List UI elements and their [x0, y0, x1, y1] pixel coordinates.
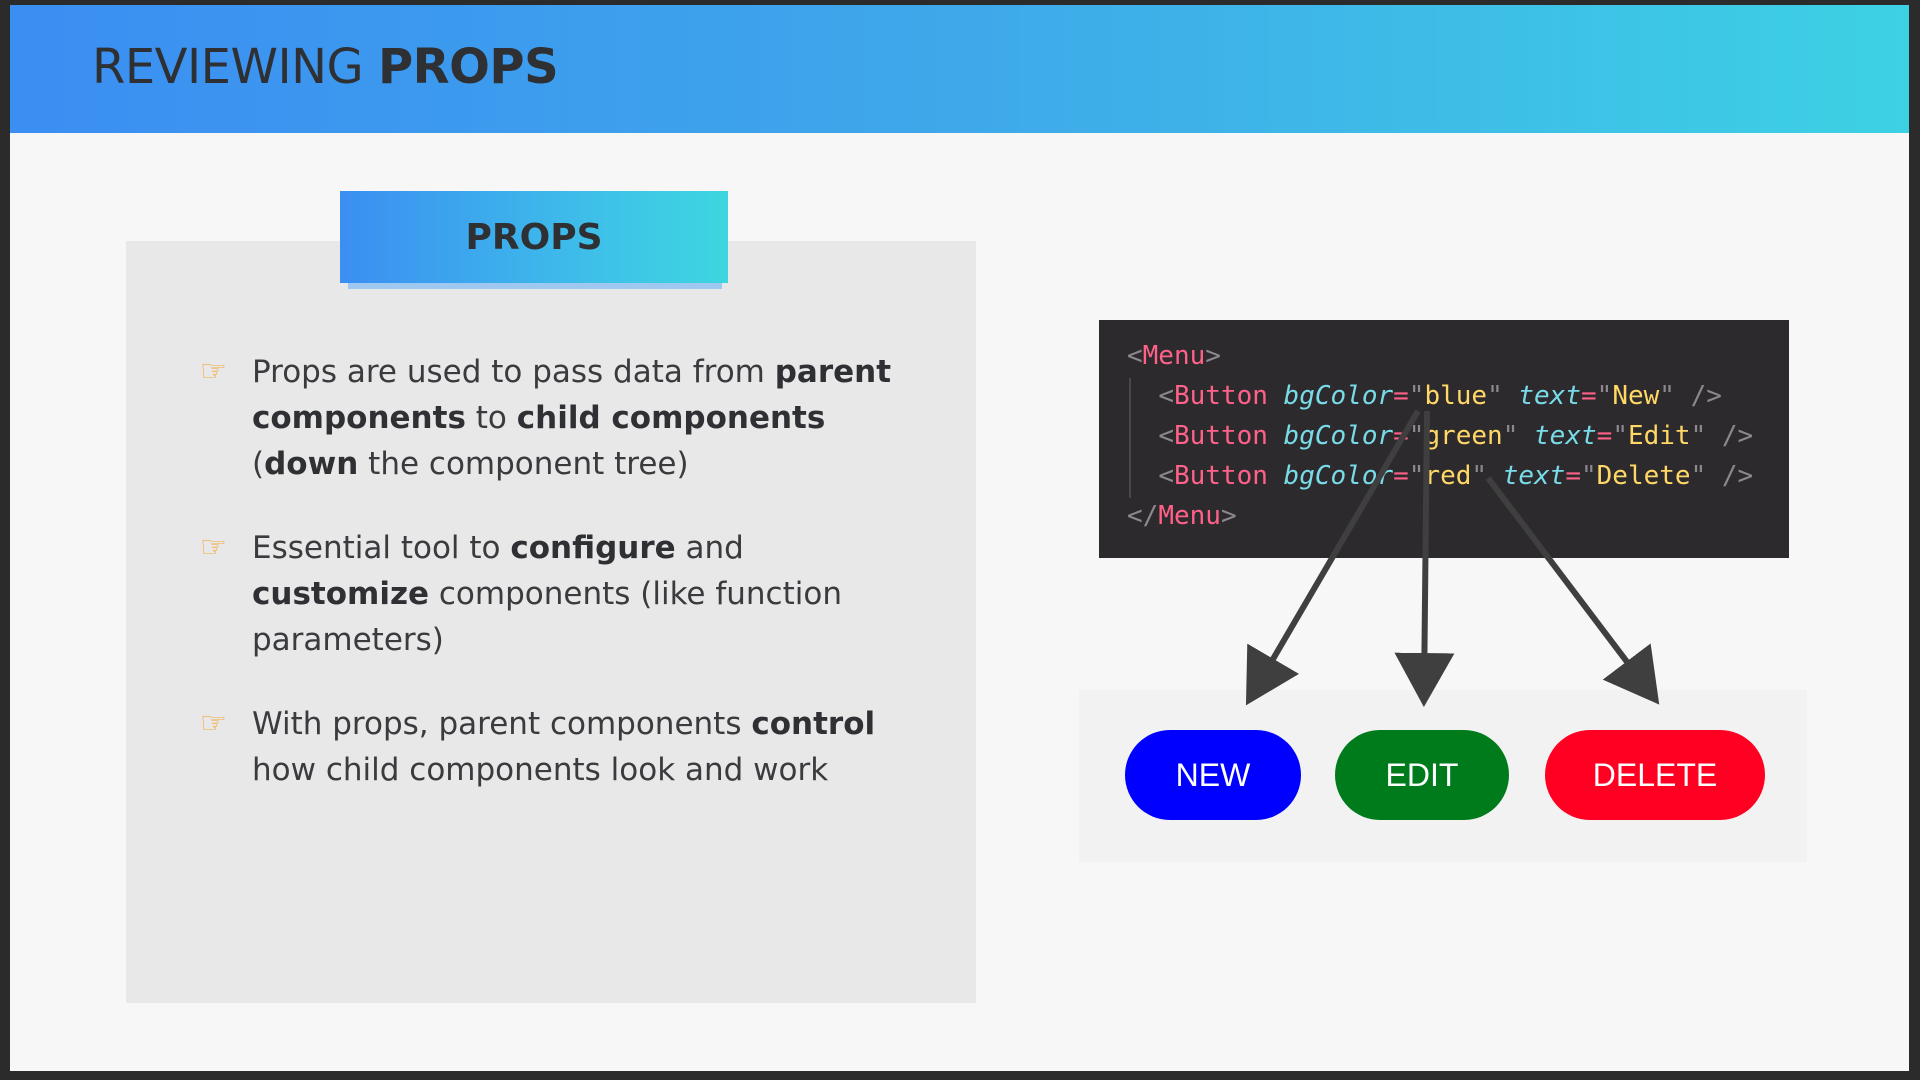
code-line-button: <Button bgColor="blue" text="New" />	[1158, 381, 1722, 411]
bullet-text-bold: down	[264, 446, 359, 482]
code-tag: Menu	[1142, 341, 1206, 371]
code-string: green	[1424, 421, 1503, 451]
pointing-hand-icon: ☞	[200, 354, 227, 389]
bullet-item: ☞ With props, parent components control …	[200, 701, 930, 793]
code-attr: text	[1534, 421, 1597, 451]
pointing-hand-icon: ☞	[200, 530, 227, 565]
code-line-button: <Button bgColor="red" text="Delete" />	[1158, 461, 1754, 491]
code-tag: Menu	[1158, 501, 1221, 531]
bullet-text-part: (	[252, 446, 265, 482]
new-button-label: NEW	[1175, 756, 1251, 793]
bullet-text: Props are used to pass data from parent …	[252, 354, 891, 482]
bullet-text: With props, parent components control ho…	[252, 706, 875, 788]
page-title: REVIEWING PROPS	[92, 39, 559, 95]
header-bar: REVIEWING PROPS	[10, 5, 1909, 133]
bullet-text-bold: control	[751, 706, 876, 742]
code-attr: text	[1518, 381, 1581, 411]
slide: REVIEWING PROPS PROPS ☞ Props are used t…	[10, 5, 1909, 1071]
code-line-menu-close: </Menu>	[1127, 501, 1237, 531]
code-string: New	[1612, 381, 1660, 411]
code-string: blue	[1424, 381, 1488, 411]
bullet-text-bold: customize	[252, 576, 430, 612]
props-tag: PROPS	[340, 191, 728, 283]
bullet-item: ☞ Props are used to pass data from paren…	[200, 349, 930, 487]
bullet-list: ☞ Props are used to pass data from paren…	[200, 349, 930, 831]
code-block: <Menu> <Button bgColor="blue" text="New"…	[1099, 320, 1789, 558]
code-string: red	[1424, 461, 1472, 491]
bullet-item: ☞ Essential tool to configure and custom…	[200, 525, 930, 663]
bullet-text-part: the component tree)	[358, 446, 689, 482]
bullet-text-part: to	[465, 400, 517, 436]
code-attr: bgColor	[1283, 421, 1394, 451]
code-tag: Button	[1173, 381, 1268, 411]
pointing-hand-icon: ☞	[200, 706, 227, 741]
code-attr: bgColor	[1283, 461, 1394, 491]
code-string: Delete	[1596, 461, 1691, 491]
bullet-text-bold: child components	[516, 400, 826, 436]
code-attr: text	[1502, 461, 1566, 491]
props-tag-label: PROPS	[465, 216, 603, 258]
page-title-light: REVIEWING	[92, 39, 378, 95]
edit-button-label: EDIT	[1385, 756, 1459, 793]
bullet-text-part: how child components look and work	[252, 752, 829, 788]
bullet-text: Essential tool to configure and customiz…	[252, 530, 842, 658]
code-string: Edit	[1627, 421, 1691, 451]
new-button[interactable]: NEW	[1125, 730, 1301, 820]
code-line-button: <Button bgColor="green" text="Edit" />	[1158, 421, 1754, 451]
bullet-text-bold: configure	[510, 530, 676, 566]
code-tag: Button	[1173, 461, 1268, 491]
bullet-text-part: and	[675, 530, 744, 566]
code-tag: Button	[1173, 421, 1268, 451]
page-title-bold: PROPS	[377, 39, 559, 95]
code-line-menu-open: <Menu>	[1127, 341, 1221, 371]
bullet-text-part: Essential tool to	[252, 530, 511, 566]
code-attr: bgColor	[1283, 381, 1394, 411]
bullet-text-part: With props, parent components	[252, 706, 752, 742]
bullet-text-part: Props are used to pass data from	[252, 354, 775, 390]
edit-button[interactable]: EDIT	[1335, 730, 1509, 820]
delete-button[interactable]: DELETE	[1545, 730, 1765, 820]
delete-button-label: DELETE	[1592, 756, 1718, 793]
